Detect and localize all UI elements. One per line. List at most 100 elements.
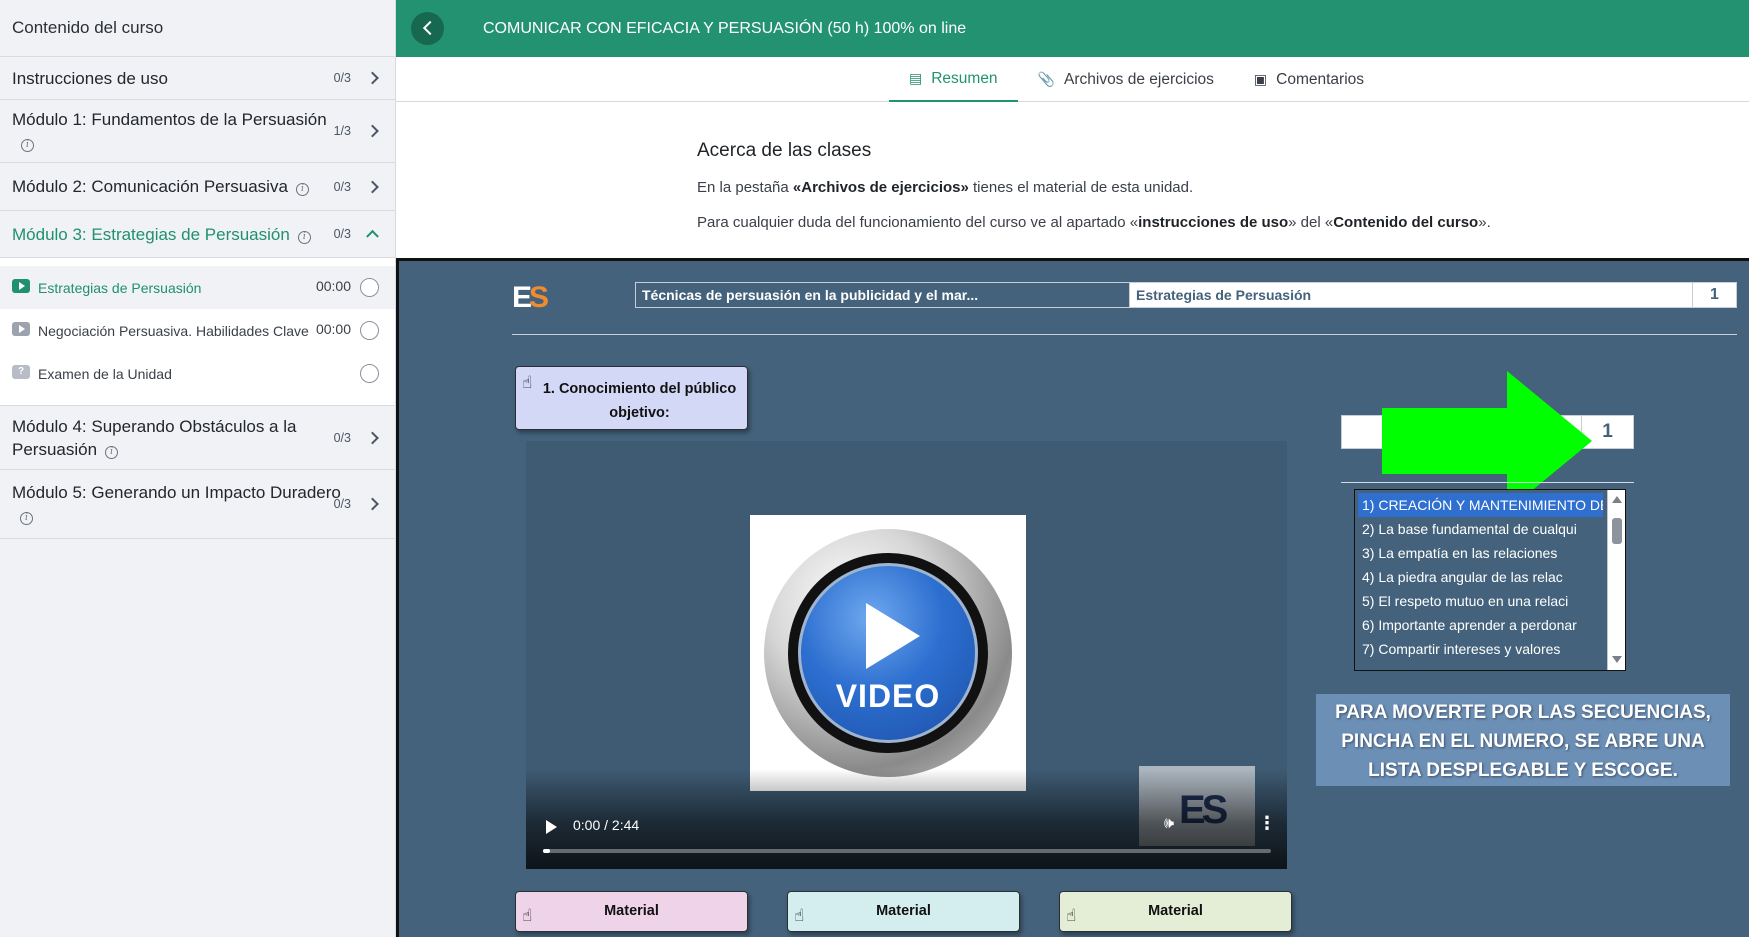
material-button-3[interactable]: ☝ Material xyxy=(1059,891,1292,932)
header-topic: Técnicas de persuasión en la publicidad … xyxy=(636,283,1130,307)
module-title-text: Módulo 5: Generando un Impacto Duradero xyxy=(12,483,341,502)
tab-label: Archivos de ejercicios xyxy=(1064,70,1214,88)
logo-letter: S xyxy=(529,281,549,314)
chevron-up-icon xyxy=(366,229,379,243)
module-4[interactable]: Módulo 4: Superando Obstáculos a la Pers… xyxy=(0,406,395,470)
hand-pointer-icon: ☝ xyxy=(794,906,805,925)
interactive-lesson-player: ES Técnicas de persuasión en la publicid… xyxy=(396,258,1749,937)
video-label: VIDEO xyxy=(835,678,941,714)
list-scrollbar[interactable] xyxy=(1607,490,1625,670)
lesson-item-estrategias[interactable]: Estrategias de Persuasión 00:00 xyxy=(0,266,395,309)
text: ». xyxy=(1478,214,1491,231)
text: Para cualquier duda del funcionamiento d… xyxy=(697,214,1139,231)
hand-pointer-icon: ☝ xyxy=(1066,906,1077,925)
material-label: Material xyxy=(876,903,931,919)
module-title: Instrucciones de uso xyxy=(12,68,168,88)
video-controls: 0:00 / 2:44 🕪 ⋮ xyxy=(526,769,1287,869)
sequence-option[interactable]: 6) Importante aprender a perdonar xyxy=(1355,613,1605,637)
ring-inner: VIDEO xyxy=(798,563,978,743)
chevron-right-icon xyxy=(366,124,379,138)
info-icon[interactable]: i xyxy=(295,183,309,196)
module-progress: 0/3 xyxy=(333,179,351,194)
info-icon[interactable]: i xyxy=(20,512,33,525)
module-2[interactable]: Módulo 2: Comunicación Persuasiva i 0/3 xyxy=(0,163,395,211)
lesson-item-examen[interactable]: ? Examen de la Unidad xyxy=(0,352,395,395)
module-progress: 1/3 xyxy=(333,124,351,138)
module-title: Módulo 5: Generando un Impacto Duradero i xyxy=(12,481,341,527)
ring: VIDEO xyxy=(788,553,988,753)
scroll-up-icon[interactable] xyxy=(1612,496,1622,503)
lesson-summary: Acerca de las clases En la pestaña «Arch… xyxy=(697,140,1657,249)
lesson-list: Estrategias de Persuasión 00:00 Negociac… xyxy=(0,258,395,406)
module-instrucciones[interactable]: Instrucciones de uso 0/3 xyxy=(0,57,395,100)
tab-label: Resumen xyxy=(931,69,998,87)
summary-paragraph-2: Para cualquier duda del funcionamiento d… xyxy=(697,214,1657,231)
sequence-option[interactable]: 2) La base fundamental de cualqui xyxy=(1355,517,1605,541)
sequence-option[interactable]: 1) CREACIÓN Y MANTENIMIENTO DE R xyxy=(1358,493,1603,517)
lesson-duration: 00:00 xyxy=(315,278,351,294)
module-title: Módulo 1: Fundamentos de la Persuasión i xyxy=(12,108,327,154)
sequence-option[interactable]: 7) Compartir intereses y valores xyxy=(1355,637,1605,661)
more-options-icon[interactable]: ⋮ xyxy=(1258,813,1276,834)
completion-checkbox[interactable] xyxy=(360,364,379,383)
sequence-option[interactable]: 3) La empatía en las relaciones xyxy=(1355,541,1605,565)
tab-resumen[interactable]: ▤ Resumen xyxy=(888,57,1018,102)
info-icon[interactable]: i xyxy=(21,139,34,152)
back-button[interactable] xyxy=(411,12,444,45)
video-icon xyxy=(12,279,30,293)
module-title: Módulo 3: Estrategias de Persuasión i xyxy=(12,223,311,246)
module-1[interactable]: Módulo 1: Fundamentos de la Persuasión i … xyxy=(0,100,395,163)
video-icon xyxy=(12,322,30,336)
material-label: Material xyxy=(1148,903,1203,919)
chevron-right-icon xyxy=(366,180,379,193)
scroll-thumb[interactable] xyxy=(1612,518,1622,544)
info-icon[interactable]: i xyxy=(105,445,119,459)
sequence-dropdown-list[interactable]: 1) CREACIÓN Y MANTENIMIENTO DE R 2) La b… xyxy=(1354,489,1626,671)
player-header-bar: Técnicas de persuasión en la publicidad … xyxy=(635,282,1737,308)
module-5[interactable]: Módulo 5: Generando un Impacto Duradero i… xyxy=(0,470,395,539)
module-3[interactable]: Módulo 3: Estrategias de Persuasión i 0/3 xyxy=(0,211,395,258)
divider xyxy=(512,334,1737,335)
material-button-2[interactable]: ☝ Material xyxy=(787,891,1020,932)
bold-text: Contenido del curso xyxy=(1333,214,1479,231)
lesson-title: Examen de la Unidad xyxy=(38,366,172,382)
topic-card-button[interactable]: ☝ 1. Conocimiento del público objetivo: xyxy=(515,366,748,430)
sequence-option[interactable]: 5) El respeto mutuo en una relaci xyxy=(1355,589,1605,613)
hand-pointer-icon: ☝ xyxy=(522,373,533,392)
summary-paragraph-1: En la pestaña «Archivos de ejercicios» t… xyxy=(697,179,1657,196)
bold-text: «Archivos de ejercicios» xyxy=(792,179,969,196)
module-title: Módulo 2: Comunicación Persuasiva i xyxy=(12,175,309,198)
completion-checkbox[interactable] xyxy=(360,278,379,297)
module-progress: 0/3 xyxy=(333,227,351,241)
text: En la pestaña xyxy=(697,179,793,196)
tab-archivos[interactable]: 📎 Archivos de ejercicios xyxy=(1018,57,1234,102)
volume-icon[interactable]: 🕪 xyxy=(1164,815,1174,833)
module-title-text: Módulo 2: Comunicación Persuasiva xyxy=(12,177,288,196)
bold-text: instrucciones de uso xyxy=(1138,214,1289,231)
video-thumbnail: VIDEO xyxy=(750,515,1026,791)
module-title: Módulo 4: Superando Obstáculos a la Pers… xyxy=(12,415,341,461)
module-title-text: Módulo 4: Superando Obstáculos a la Pers… xyxy=(12,416,297,459)
video-progress-bar[interactable] xyxy=(543,849,1271,853)
text: tienes el material de esta unidad. xyxy=(968,179,1194,196)
course-title: COMUNICAR CON EFICACIA Y PERSUASIÓN (50 … xyxy=(483,19,967,37)
document-icon: ▤ xyxy=(908,70,923,86)
lesson-item-negociacion[interactable]: Negociación Persuasiva. Habilidades Clav… xyxy=(0,309,395,352)
info-icon[interactable]: i xyxy=(297,230,311,244)
module-title-text: Módulo 3: Estrategias de Persuasión xyxy=(12,224,290,244)
text: » del « xyxy=(1288,214,1334,231)
lesson-title: Negociación Persuasiva. Habilidades Clav… xyxy=(38,323,309,339)
video-player[interactable]: VIDEO ES 0:00 / 2:44 🕪 ⋮ xyxy=(526,441,1287,869)
quiz-icon: ? xyxy=(12,365,30,379)
sidebar-header: Contenido del curso xyxy=(0,0,395,57)
play-icon[interactable] xyxy=(546,820,557,834)
navigation-hint: PARA MOVERTE POR LAS SECUENCIAS, PINCHA … xyxy=(1316,694,1730,786)
lesson-duration: 00:00 xyxy=(315,321,351,337)
sequence-option[interactable]: 4) La piedra angular de las relac xyxy=(1355,565,1605,589)
scroll-down-icon[interactable] xyxy=(1612,656,1622,663)
completion-checkbox[interactable] xyxy=(360,321,379,340)
topic-card-label: 1. Conocimiento del público objetivo: xyxy=(542,381,737,421)
header-number: 1 xyxy=(1692,283,1736,307)
material-button-1[interactable]: ☝ Material xyxy=(515,891,748,932)
tab-comentarios[interactable]: ▣ Comentarios xyxy=(1234,57,1384,102)
